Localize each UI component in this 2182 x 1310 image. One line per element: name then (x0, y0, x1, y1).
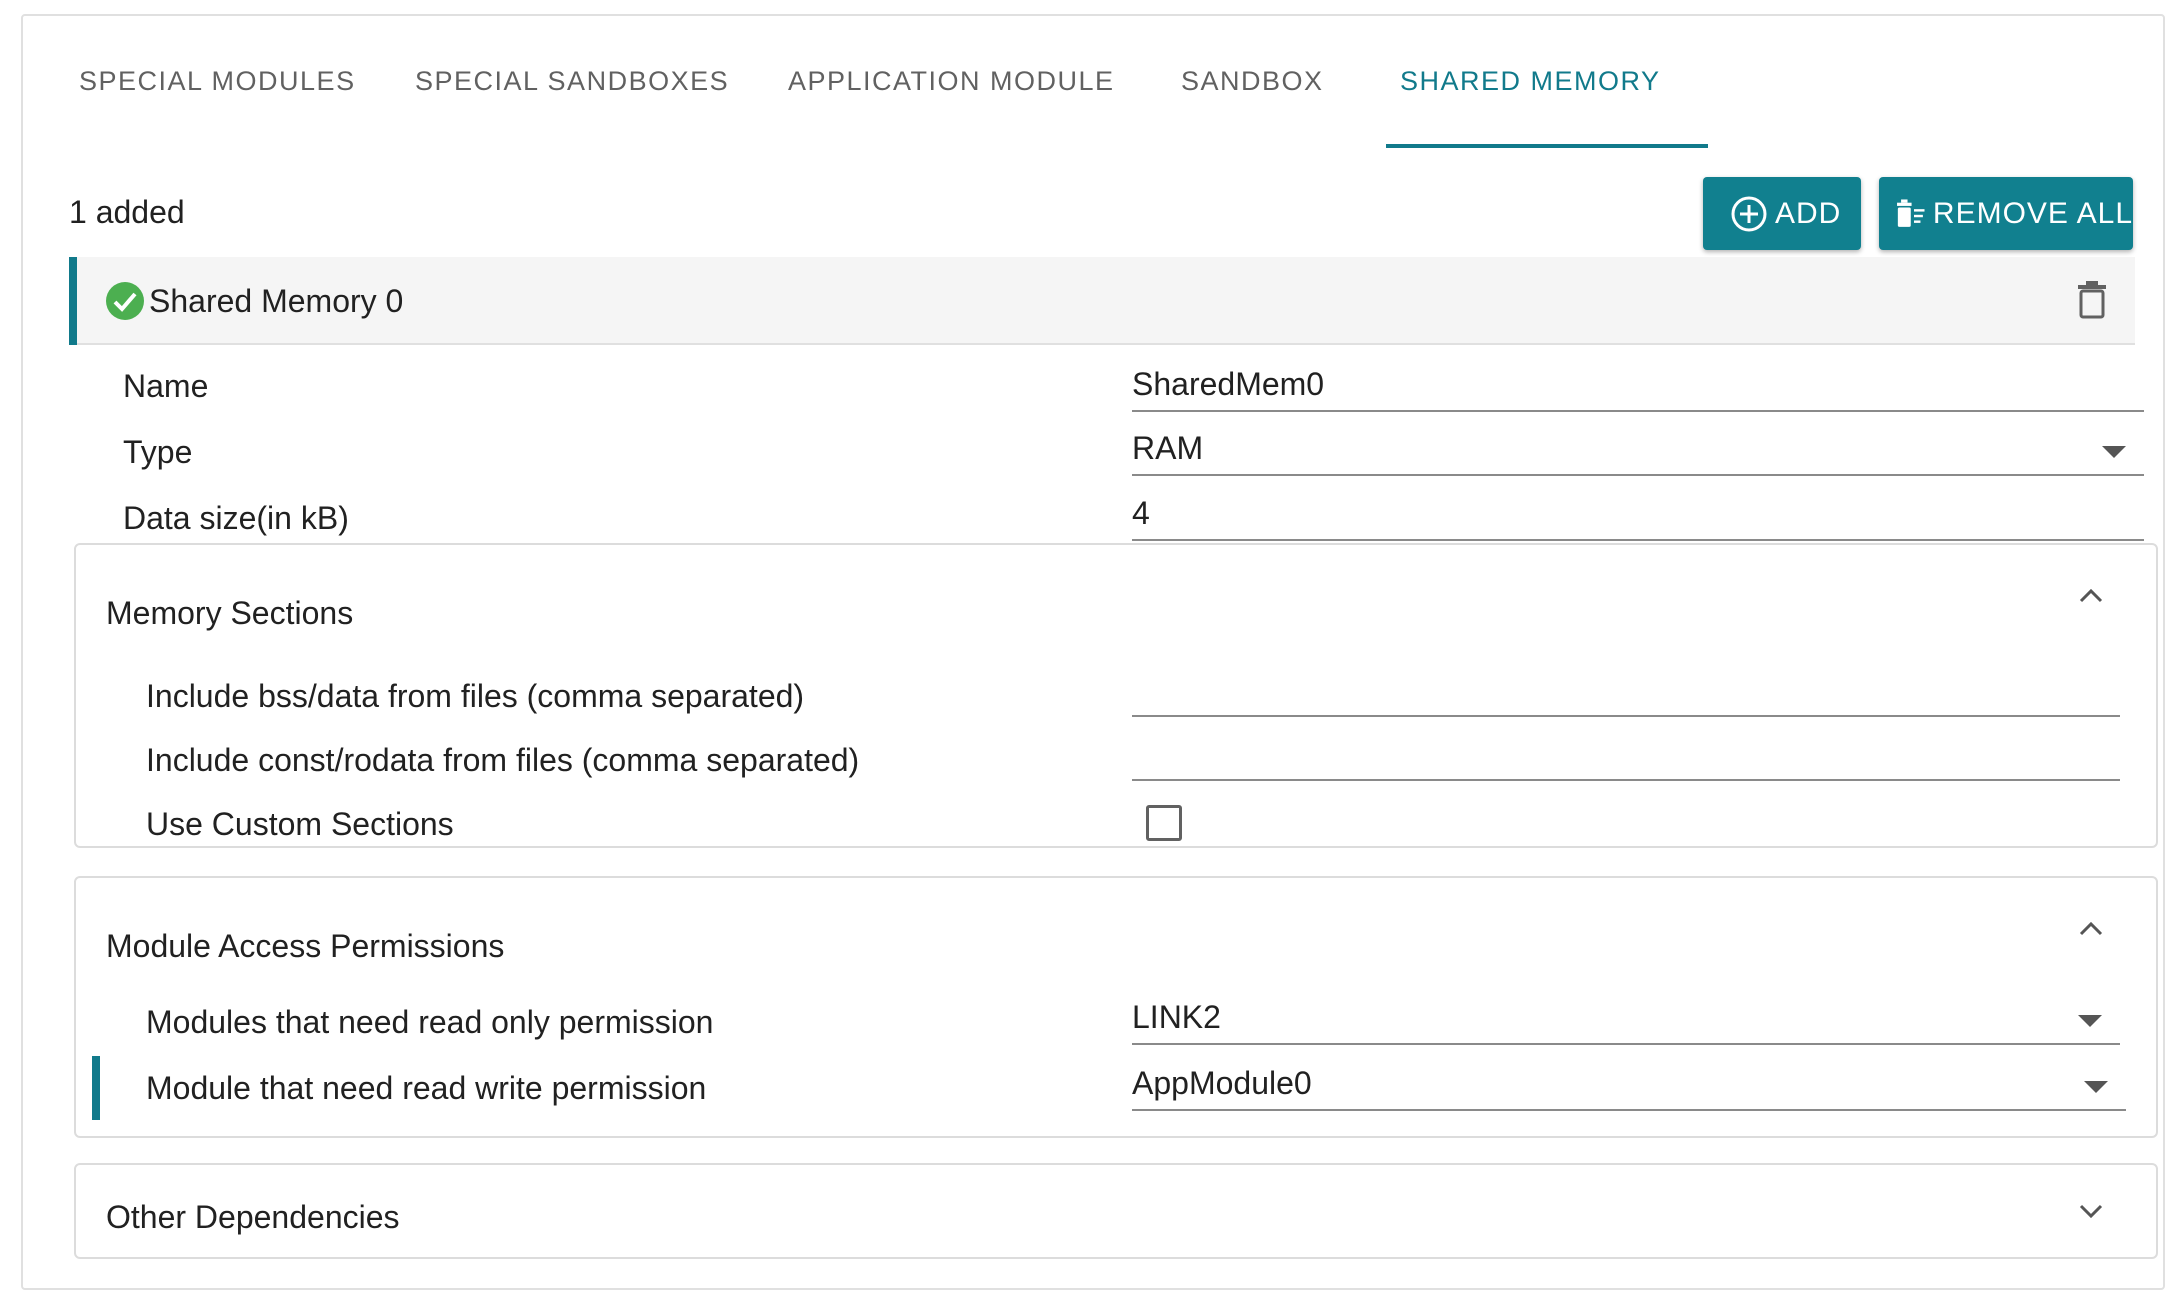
delete-sweep-icon (1897, 198, 1925, 227)
include-bss-input[interactable] (1132, 665, 2120, 717)
module-access-title[interactable]: Module Access Permissions (106, 928, 504, 965)
type-select[interactable]: RAM (1132, 424, 2144, 476)
data-size-label: Data size(in kB) (123, 500, 349, 536)
use-custom-sections-label: Use Custom Sections (146, 806, 454, 842)
add-circle-icon (1731, 196, 1767, 231)
chevron-up-icon[interactable] (2076, 583, 2106, 607)
memory-sections-panel: Memory Sections Include bss/data from fi… (74, 543, 2158, 848)
remove-all-button[interactable]: REMOVE ALL (1879, 177, 2133, 250)
include-bss-label: Include bss/data from files (comma separ… (146, 678, 805, 714)
tab-application-module[interactable]: APPLICATION MODULE (788, 66, 1115, 146)
shared-memory-panel: SPECIAL MODULES SPECIAL SANDBOXES APPLIC… (21, 14, 2165, 1290)
memory-sections-title[interactable]: Memory Sections (106, 595, 353, 632)
check-circle-icon (106, 282, 144, 320)
selected-accent-bar (69, 257, 77, 345)
read-only-value: LINK2 (1132, 999, 1221, 1035)
type-select-value: RAM (1132, 430, 1204, 466)
item-title: Shared Memory 0 (149, 283, 404, 319)
focus-accent-bar (92, 1056, 100, 1120)
delete-icon[interactable] (2076, 279, 2108, 319)
shared-memory-item-header[interactable]: Shared Memory 0 (69, 257, 2135, 345)
add-button[interactable]: ADD (1703, 177, 1861, 250)
other-dependencies-panel[interactable]: Other Dependencies (74, 1163, 2158, 1259)
added-count: 1 added (69, 194, 185, 230)
module-access-panel: Module Access Permissions Modules that n… (74, 876, 2158, 1138)
name-label: Name (123, 368, 209, 404)
read-only-select[interactable]: LINK2 (1132, 993, 2120, 1045)
chevron-up-icon[interactable] (2076, 916, 2106, 940)
tab-sandbox[interactable]: SANDBOX (1181, 66, 1324, 146)
type-label: Type (123, 434, 193, 470)
read-write-label: Module that need read write permission (146, 1070, 707, 1106)
other-dependencies-title[interactable]: Other Dependencies (106, 1199, 400, 1236)
remove-all-button-label: REMOVE ALL (1932, 196, 2133, 230)
read-only-label: Modules that need read only permission (146, 1004, 714, 1040)
read-write-value: AppModule0 (1132, 1065, 1312, 1101)
read-write-select[interactable]: AppModule0 (1132, 1059, 2126, 1111)
active-tab-indicator (1386, 144, 1708, 148)
include-const-label: Include const/rodata from files (comma s… (146, 742, 860, 778)
data-size-input[interactable]: 4 (1132, 489, 2144, 541)
chevron-down-icon (2084, 1081, 2108, 1093)
chevron-down-icon (2078, 1015, 2102, 1027)
add-button-label: ADD (1775, 196, 1842, 230)
name-input[interactable]: SharedMem0 (1132, 360, 2144, 412)
chevron-down-icon[interactable] (2076, 1199, 2106, 1223)
include-const-input[interactable] (1132, 729, 2120, 781)
tab-special-sandboxes[interactable]: SPECIAL SANDBOXES (415, 66, 729, 146)
tab-special-modules[interactable]: SPECIAL MODULES (79, 66, 356, 146)
tab-shared-memory[interactable]: SHARED MEMORY (1400, 66, 1661, 146)
use-custom-sections-checkbox[interactable] (1146, 805, 1182, 841)
chevron-down-icon (2102, 446, 2126, 458)
